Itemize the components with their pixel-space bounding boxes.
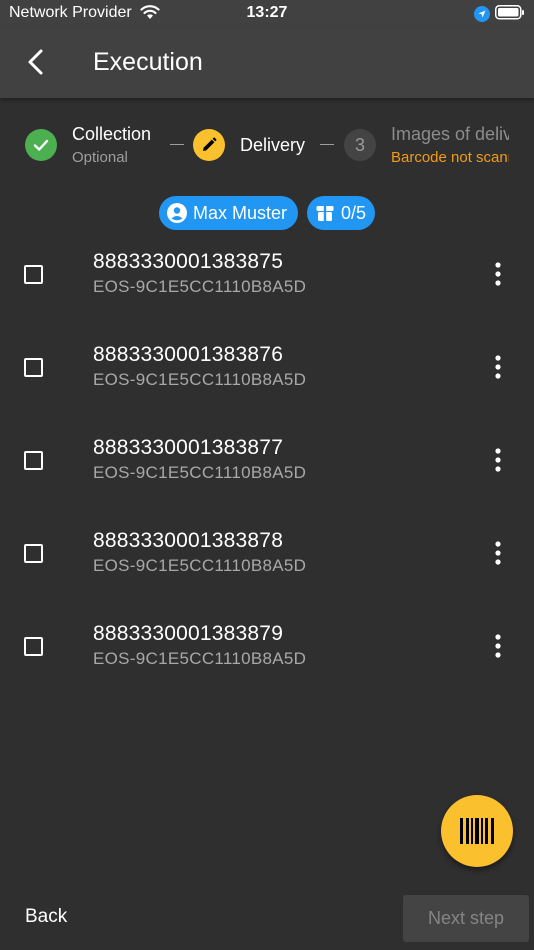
parcel-order-id: EOS-9C1E5CC1110B8A5D bbox=[93, 277, 307, 296]
list-item[interactable]: 8883330001383879 EOS-9C1E5CC1110B8A5D bbox=[0, 607, 534, 700]
driver-name: Max Muster bbox=[193, 202, 288, 223]
step-delivery-indicator[interactable] bbox=[193, 129, 225, 161]
step-collection-subtitle: Optional bbox=[72, 149, 128, 166]
list-item[interactable]: 8883330001383877 EOS-9C1E5CC1110B8A5D bbox=[0, 421, 534, 514]
parcel-checkbox[interactable] bbox=[24, 265, 43, 284]
more-vertical-icon[interactable] bbox=[488, 447, 508, 473]
scan-barcode-button[interactable] bbox=[441, 795, 513, 867]
parcel-order-id: EOS-9C1E5CC1110B8A5D bbox=[93, 370, 307, 389]
parcel-order-id: EOS-9C1E5CC1110B8A5D bbox=[93, 463, 307, 482]
stepper: Collection Optional Delivery 3 Images of… bbox=[0, 118, 534, 174]
list-item[interactable]: 8883330001383875 EOS-9C1E5CC1110B8A5D bbox=[0, 235, 534, 328]
list-item[interactable]: 8883330001383876 EOS-9C1E5CC1110B8A5D bbox=[0, 328, 534, 421]
parcel-order-id: EOS-9C1E5CC1110B8A5D bbox=[93, 649, 307, 668]
step-collection-indicator[interactable] bbox=[25, 129, 57, 161]
more-vertical-icon[interactable] bbox=[488, 540, 508, 566]
back-arrow-icon[interactable] bbox=[24, 48, 48, 81]
parcel-barcode: 8883330001383875 bbox=[93, 250, 284, 273]
step-collection-title[interactable]: Collection bbox=[72, 124, 151, 145]
parcel-barcode: 8883330001383879 bbox=[93, 622, 284, 645]
parcel-barcode: 8883330001383878 bbox=[93, 529, 284, 552]
parcel-checkbox[interactable] bbox=[24, 451, 43, 470]
parcel-order-id: EOS-9C1E5CC1110B8A5D bbox=[93, 556, 307, 575]
pencil-icon bbox=[203, 137, 217, 151]
parcel-barcode: 8883330001383876 bbox=[93, 343, 284, 366]
step-images-title[interactable]: Images of delivery bbox=[391, 124, 509, 145]
status-bar: Network Provider 13:27 bbox=[0, 0, 534, 26]
parcel-checkbox[interactable] bbox=[24, 544, 43, 563]
driver-chip[interactable]: Max Muster bbox=[159, 196, 298, 230]
back-button[interactable]: Back bbox=[25, 906, 67, 928]
list-item[interactable]: 8883330001383878 EOS-9C1E5CC1110B8A5D bbox=[0, 514, 534, 607]
more-vertical-icon[interactable] bbox=[488, 261, 508, 287]
parcel-count-chip[interactable]: 0/5 bbox=[307, 196, 375, 230]
page-title: Execution bbox=[93, 48, 203, 76]
step-delivery-title[interactable]: Delivery bbox=[240, 135, 305, 156]
package-icon bbox=[316, 206, 334, 221]
battery-icon bbox=[495, 5, 525, 25]
check-icon bbox=[33, 139, 49, 151]
step-images-indicator[interactable]: 3 bbox=[344, 129, 376, 161]
next-step-button[interactable]: Next step bbox=[403, 895, 529, 942]
location-arrow-icon bbox=[474, 6, 490, 27]
parcel-count: 0/5 bbox=[341, 202, 367, 223]
step-images-subtitle: Barcode not scanned bbox=[391, 149, 509, 166]
parcel-barcode: 8883330001383877 bbox=[93, 436, 284, 459]
account-circle-icon bbox=[167, 203, 187, 223]
app-bar: Execution bbox=[0, 26, 534, 98]
step-connector bbox=[170, 144, 184, 145]
parcel-checkbox[interactable] bbox=[24, 637, 43, 656]
parcel-checkbox[interactable] bbox=[24, 358, 43, 377]
barcode-icon bbox=[460, 818, 494, 844]
step-connector bbox=[320, 144, 334, 145]
more-vertical-icon[interactable] bbox=[488, 354, 508, 380]
clock-label: 13:27 bbox=[246, 4, 288, 21]
more-vertical-icon[interactable] bbox=[488, 633, 508, 659]
